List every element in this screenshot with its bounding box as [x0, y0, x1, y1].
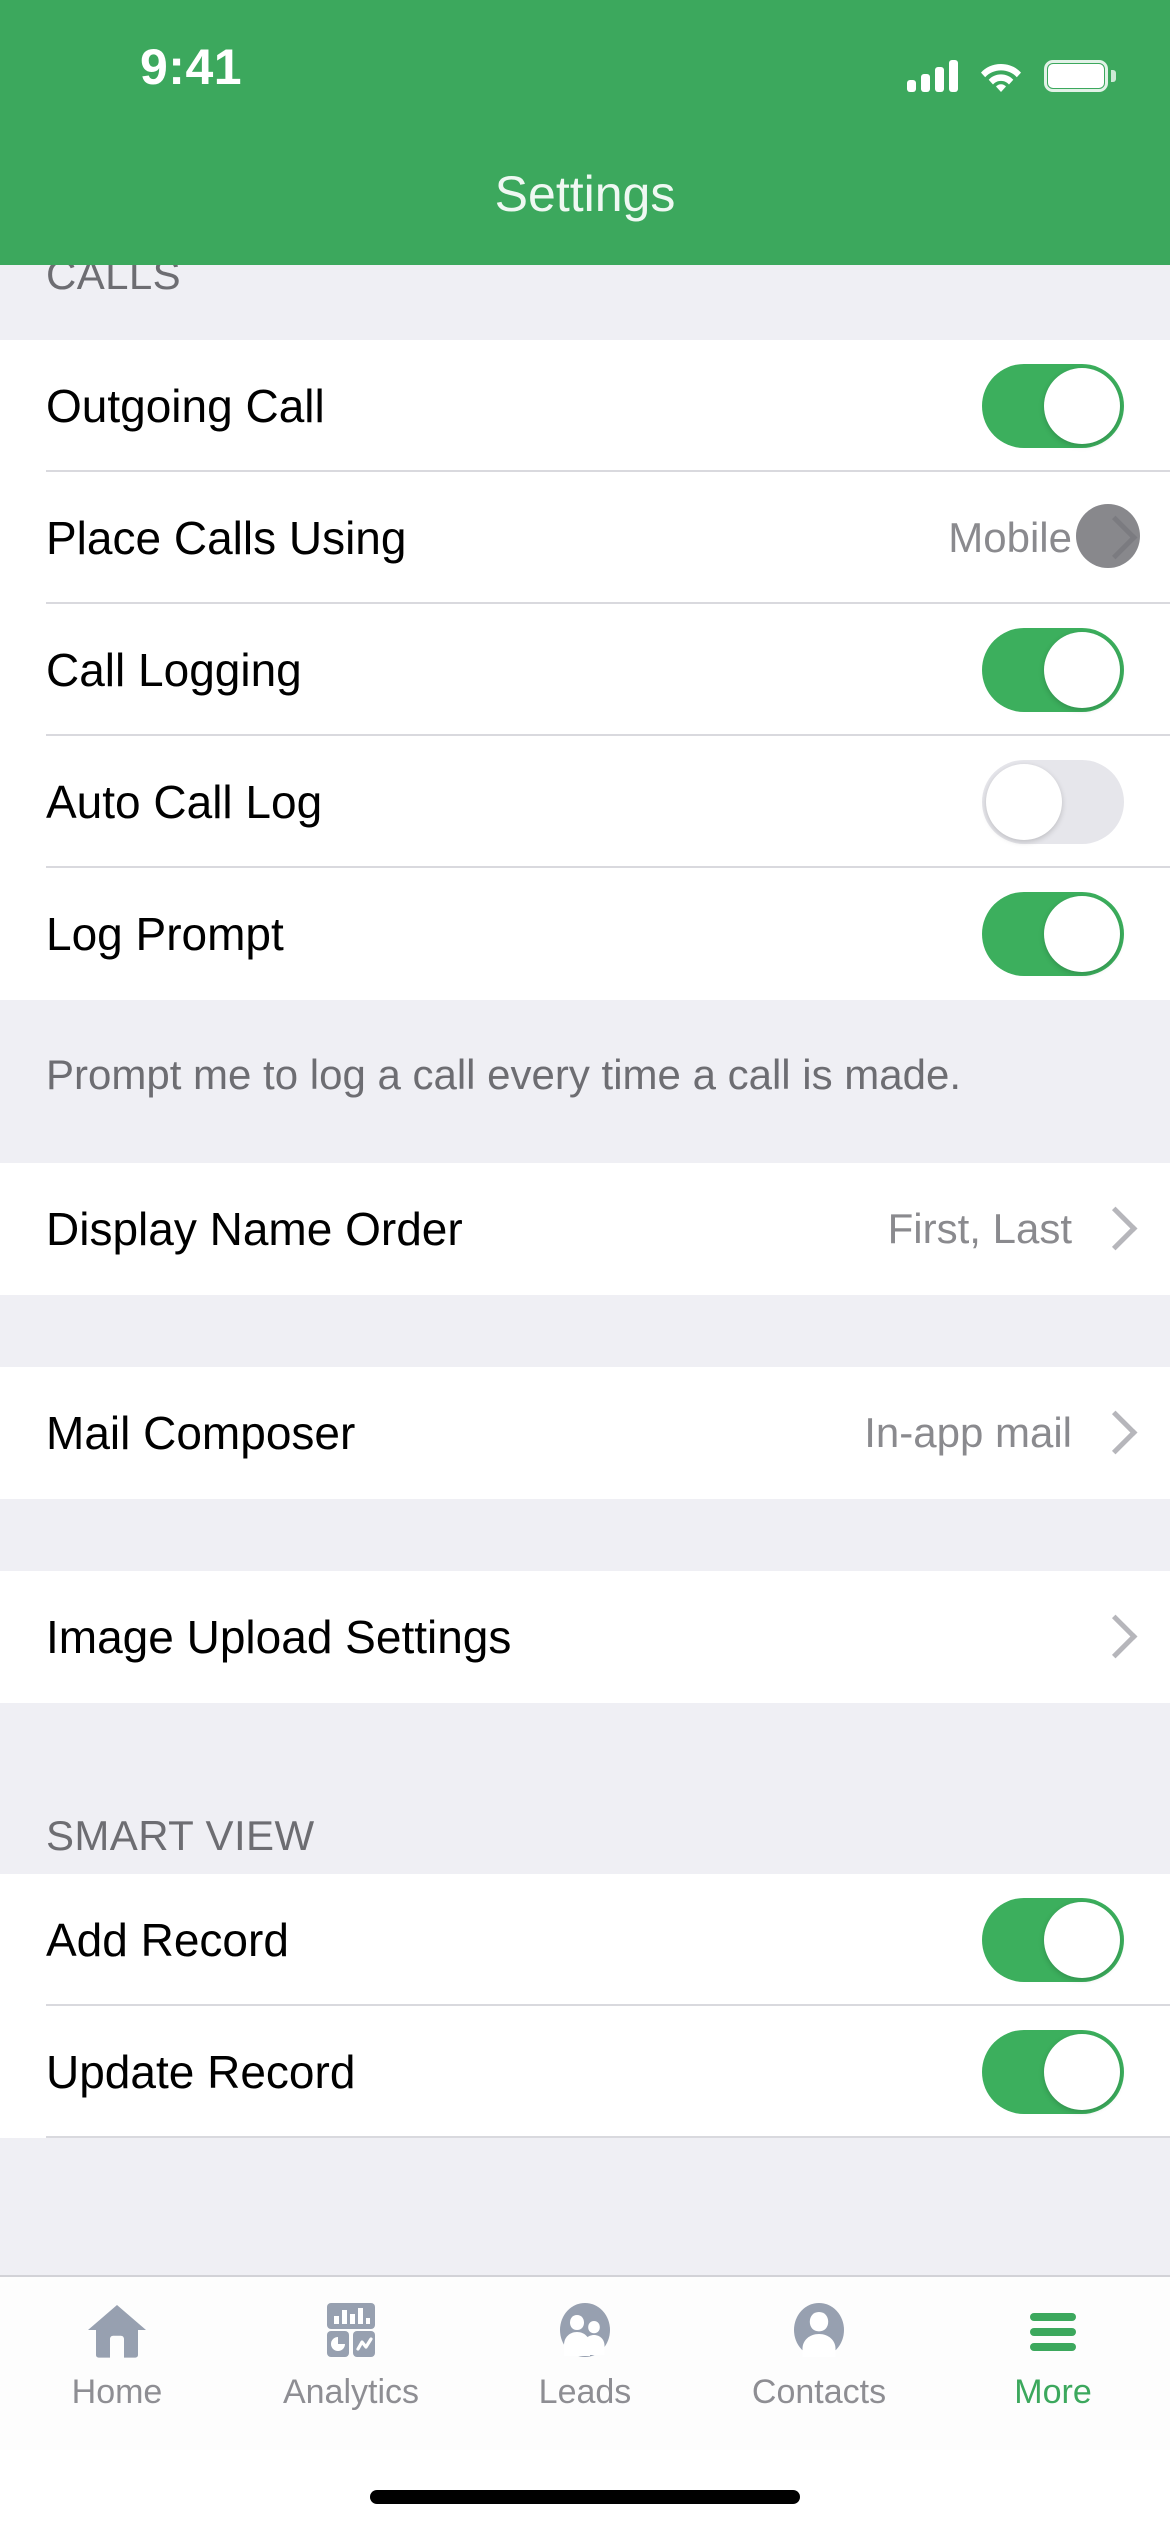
navigation-bar: 9:41 Settings: [0, 0, 1170, 265]
row-separator: [46, 2135, 1170, 2138]
row-image-upload-settings[interactable]: Image Upload Settings: [0, 1570, 1170, 1703]
tab-analytics[interactable]: Analytics: [234, 2277, 468, 2450]
chevron-right-icon[interactable]: [1098, 515, 1124, 561]
group-calls: Outgoing Call Place Calls Using Mobile C…: [0, 340, 1170, 1000]
section-spacer: [0, 1498, 1170, 1571]
row-log-prompt-label: Log Prompt: [46, 908, 284, 960]
tab-contacts[interactable]: Contacts: [702, 2277, 936, 2450]
wifi-icon: [981, 64, 1021, 92]
row-auto-call-log-label: Auto Call Log: [46, 776, 323, 828]
section-header-calls: CALLS: [0, 265, 1170, 340]
group-smart-view: Add Record Update Record: [0, 1873, 1170, 2138]
status-bar-indicators: [907, 48, 1116, 92]
hamburger-menu-icon: [1030, 2313, 1076, 2351]
row-call-logging[interactable]: Call Logging: [0, 604, 1170, 736]
tab-more[interactable]: More: [936, 2277, 1170, 2450]
row-log-prompt[interactable]: Log Prompt: [0, 868, 1170, 1000]
analytics-icon: [327, 2303, 375, 2357]
toggle-log-prompt[interactable]: [982, 892, 1124, 976]
toggle-outgoing-call[interactable]: [982, 364, 1124, 448]
tab-home[interactable]: Home: [0, 2277, 234, 2450]
row-mail-composer-label: Mail Composer: [46, 1406, 356, 1459]
row-place-calls-using-label: Place Calls Using: [46, 512, 407, 564]
tab-leads[interactable]: Leads: [468, 2277, 702, 2450]
group-mail-composer: Mail Composer In-app mail: [0, 1366, 1170, 1499]
tab-contacts-label: Contacts: [751, 2373, 887, 2411]
row-mail-composer-value: In-app mail: [864, 1408, 1072, 1456]
status-bar-time: 9:41: [140, 39, 243, 95]
page-title: Settings: [494, 166, 676, 222]
bottom-tab-bar: Home Analytics Leads Contacts More: [0, 2275, 1170, 2450]
tab-more-label: More: [1014, 2373, 1092, 2411]
row-auto-call-log[interactable]: Auto Call Log: [0, 736, 1170, 868]
footnote-log-prompt: Prompt me to log a call every time a cal…: [0, 1000, 1170, 1163]
home-indicator[interactable]: [370, 2490, 800, 2504]
section-spacer: [0, 1294, 1170, 1367]
toggle-auto-call-log[interactable]: [982, 760, 1124, 844]
row-add-record[interactable]: Add Record: [0, 1873, 1170, 2006]
tab-leads-label: Leads: [538, 2373, 632, 2411]
row-mail-composer[interactable]: Mail Composer In-app mail: [0, 1366, 1170, 1499]
status-bar: 9:41: [0, 0, 1170, 100]
footnote-log-prompt-text: Prompt me to log a call every time a cal…: [46, 1051, 962, 1098]
row-update-record[interactable]: Update Record: [0, 2005, 1170, 2138]
section-header-smart-view: SMART VIEW: [0, 1798, 1170, 1874]
contacts-icon: [794, 2303, 844, 2357]
group-image-upload: Image Upload Settings: [0, 1570, 1170, 1703]
group-display-name: Display Name Order First, Last: [0, 1162, 1170, 1295]
row-display-name-order-value: First, Last: [887, 1204, 1072, 1252]
chevron-right-icon[interactable]: [1098, 1206, 1124, 1252]
section-header-smart-view-label: SMART VIEW: [46, 1812, 315, 1860]
row-image-upload-settings-label: Image Upload Settings: [46, 1610, 512, 1663]
row-display-name-order-label: Display Name Order: [46, 1202, 463, 1255]
row-update-record-label: Update Record: [46, 2045, 356, 2098]
tab-analytics-label: Analytics: [282, 2373, 420, 2411]
leads-icon: [560, 2303, 610, 2357]
cellular-signal-icon: [907, 60, 958, 92]
toggle-add-record[interactable]: [982, 1897, 1124, 1982]
chevron-right-icon[interactable]: [1098, 1614, 1124, 1660]
row-place-calls-using-value: Mobile: [948, 514, 1072, 561]
section-header-calls-label: CALLS: [46, 265, 182, 298]
row-outgoing-call-label: Outgoing Call: [46, 380, 325, 432]
section-spacer: [0, 1702, 1170, 1799]
chevron-right-icon[interactable]: [1098, 1410, 1124, 1456]
row-call-logging-label: Call Logging: [46, 644, 302, 696]
row-outgoing-call[interactable]: Outgoing Call: [0, 340, 1170, 472]
toggle-call-logging[interactable]: [982, 628, 1124, 712]
row-display-name-order[interactable]: Display Name Order First, Last: [0, 1162, 1170, 1295]
row-place-calls-using[interactable]: Place Calls Using Mobile: [0, 472, 1170, 604]
row-add-record-label: Add Record: [46, 1913, 289, 1966]
settings-list[interactable]: CALLS Outgoing Call Place Calls Using Mo…: [0, 265, 1170, 2275]
home-icon: [88, 2305, 146, 2358]
battery-full-icon: [1044, 60, 1116, 92]
tab-home-label: Home: [71, 2373, 163, 2411]
phone-screen: 9:41 Settings CALLS Outgoing Call Place …: [0, 0, 1170, 2532]
toggle-update-record[interactable]: [982, 2029, 1124, 2114]
